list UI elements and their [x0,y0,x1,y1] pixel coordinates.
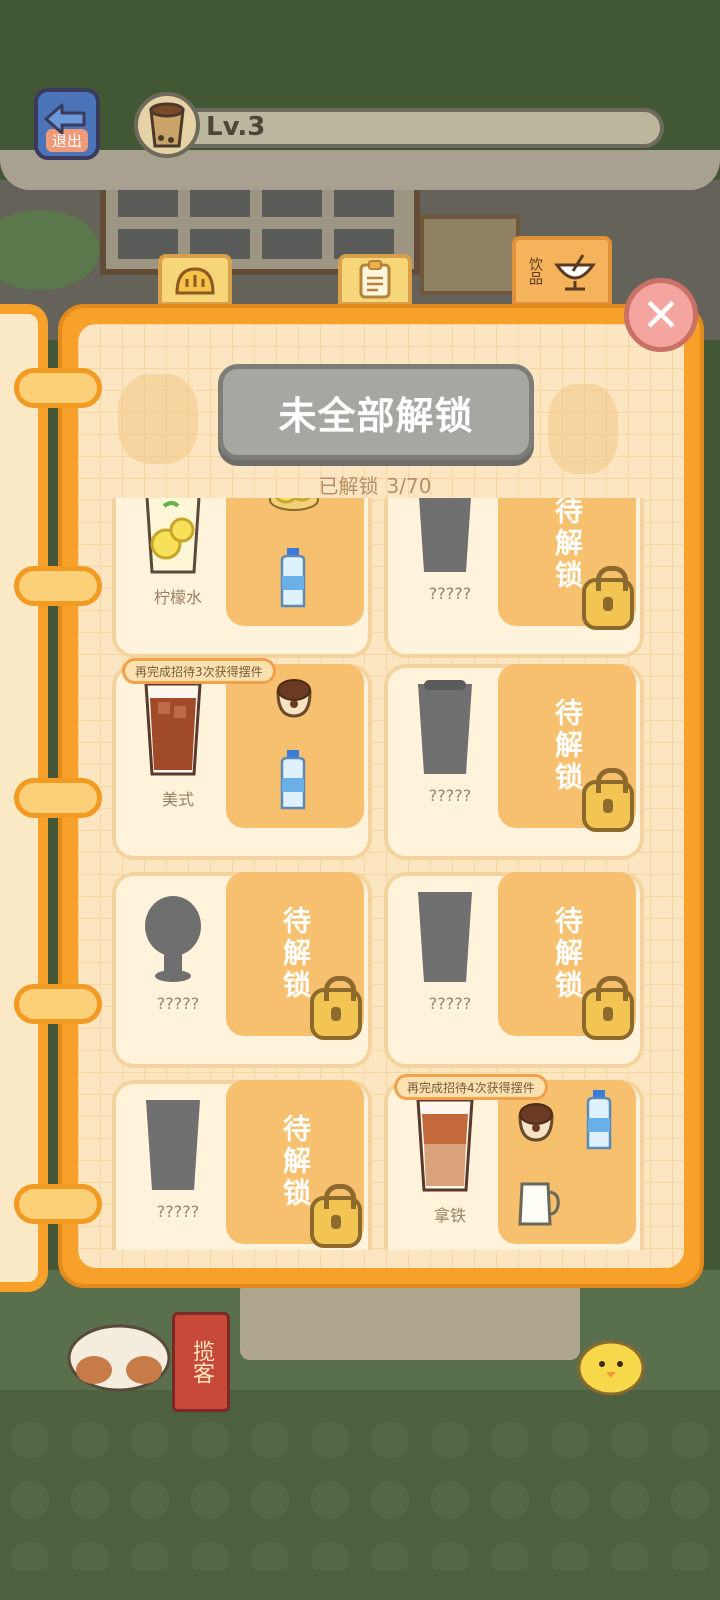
binding-ring [14,984,102,1024]
lemon-slices-icon [269,498,319,511]
lock-icon [310,976,362,1040]
coffee-beans-icon [276,679,312,718]
locked-cup-silhouette-icon [419,498,471,572]
tab-drinks-label: 饮品 [527,257,543,285]
binding-ring [14,368,102,408]
unlock-status-title: 未全部解锁 [278,393,474,438]
drink-list[interactable]: 柠檬水 ????? 待解锁 美式 再完成招待3次获得摆件 ????? 待解锁 ?… [108,498,656,1250]
lemonade-cup-icon [145,498,201,574]
drink-name: ????? [428,994,472,1013]
water-bottle-icon [586,1090,612,1150]
latte-cup-icon [416,1098,474,1192]
drink-icon [554,254,596,291]
pending-unlock-label: 待解锁 [551,698,584,794]
ingredient-slot [226,498,364,626]
drink-card-locked[interactable]: ????? 待解锁 [112,1080,372,1250]
tab-recipe-list[interactable] [338,254,412,306]
locked-dessert-silhouette-icon [145,896,201,982]
pending-unlock-label: 待解锁 [551,906,584,1002]
binding-ring [14,566,102,606]
clipboard-icon [359,260,391,299]
pending-unlock-label: 待解锁 [279,906,312,1002]
ingredient-slot [498,1080,636,1244]
americano-cup-icon [144,682,202,776]
reward-hint-badge: 再完成招待4次获得摆件 [394,1074,548,1100]
drink-name: ????? [156,1202,200,1221]
milk-jug-icon [518,1182,560,1226]
drink-card-locked[interactable]: ????? 待解锁 [384,872,644,1068]
water-bottle-icon [280,548,306,608]
lock-icon [582,566,634,630]
lock-icon [582,768,634,832]
drink-card-locked[interactable]: ????? 待解锁 [384,664,644,860]
drink-card[interactable]: 拿铁 [384,1080,644,1250]
bubble-tea-icon [149,102,185,148]
drink-name: ????? [156,994,200,1013]
drink-name: ????? [428,584,472,603]
reward-hint-text: 再完成招待4次获得摆件 [407,1080,535,1095]
reward-hint-text: 再完成招待3次获得摆件 [135,664,263,679]
chick-mascot-icon [577,1340,645,1396]
close-icon: ✕ [641,288,681,342]
unlock-progress-value: 3/70 [386,474,432,498]
level-drink-icon [134,92,200,158]
bread-icon [175,267,215,295]
solicit-sign-text: 揽客 [189,1340,214,1384]
decor-shape [118,374,198,464]
back-arrow-icon [44,103,86,135]
binding-ring [14,778,102,818]
pending-unlock-label: 待解锁 [551,498,584,592]
drink-name: 柠檬水 [153,588,202,607]
close-button[interactable]: ✕ [624,278,698,352]
drink-card-locked[interactable]: ????? 待解锁 [112,872,372,1068]
level-label: Lv.3 [206,112,266,142]
reward-hint-badge: 再完成招待3次获得摆件 [122,658,276,684]
ingredient-slot [226,664,364,828]
water-bottle-icon [280,750,306,810]
decor-shape [548,384,618,474]
lock-icon [582,976,634,1040]
cat-mascot-icon [67,1324,171,1392]
locked-cup-silhouette-icon [418,680,472,774]
pending-unlock-label: 待解锁 [279,1114,312,1210]
drink-card[interactable]: 美式 [112,664,372,860]
binding-ring [14,1184,102,1224]
drink-name: 拿铁 [433,1206,466,1225]
unlock-progress-label: 已解锁 [318,474,379,498]
drink-name: 美式 [161,790,194,809]
drink-card-locked[interactable]: ????? 待解锁 [384,498,644,658]
drink-card[interactable]: 柠檬水 [112,498,372,658]
unlock-status-banner: 未全部解锁 [218,364,534,460]
unlock-progress: 已解锁 3/70 [250,470,500,499]
tab-bread[interactable] [158,254,232,306]
lock-icon [310,1184,362,1248]
coffee-beans-icon [518,1103,554,1142]
tab-drinks[interactable]: 饮品 [512,236,612,306]
exit-button[interactable]: 退出 [34,88,100,160]
locked-cup-silhouette-icon [146,1100,200,1190]
locked-cup-silhouette-icon [418,892,472,982]
drink-name: ????? [428,786,472,805]
solicit-customer-sign[interactable]: 揽客 [172,1312,230,1412]
